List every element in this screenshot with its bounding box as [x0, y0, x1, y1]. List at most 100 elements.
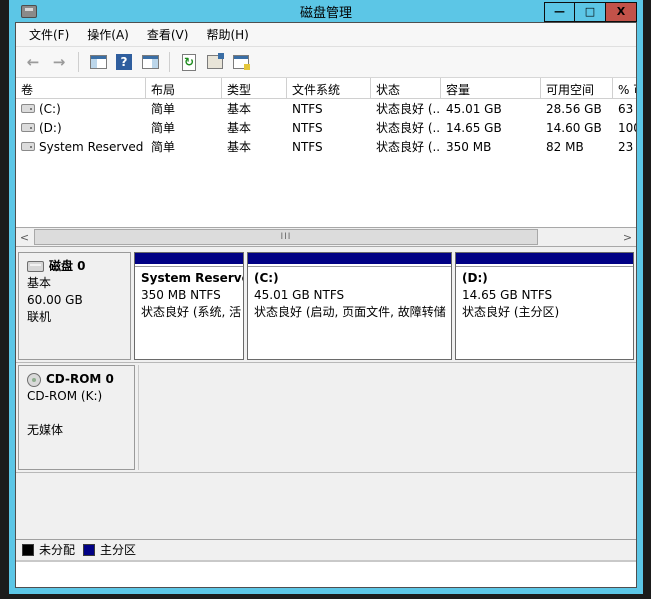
- col-type[interactable]: 类型: [222, 78, 287, 98]
- menu-file[interactable]: 文件(F): [20, 23, 78, 46]
- partition-status: 状态良好 (启动, 页面文件, 故障转储: [254, 304, 451, 321]
- scroll-right-arrow[interactable]: >: [619, 228, 636, 246]
- cdrom0-name: CD-ROM 0: [46, 371, 114, 388]
- menu-help[interactable]: 帮助(H): [197, 23, 257, 46]
- cdrom0-media-area[interactable]: [138, 365, 634, 470]
- partition-color-band: [248, 253, 451, 266]
- toolbar: ← → ? ↻: [16, 47, 636, 78]
- partition-system-reserved[interactable]: System Reserve 350 MB NTFS 状态良好 (系统, 活: [134, 252, 244, 360]
- cell-percent: 23: [613, 140, 636, 154]
- show-console-tree-button[interactable]: [87, 51, 109, 73]
- volume-name: (D:): [39, 121, 62, 135]
- refresh-button[interactable]: ↻: [178, 51, 200, 73]
- legend-item-unallocated: 未分配: [22, 541, 75, 558]
- cell-free: 28.56 GB: [541, 102, 613, 116]
- partition-status: 状态良好 (系统, 活: [141, 304, 243, 321]
- cell-fs: NTFS: [287, 140, 371, 154]
- partition-c[interactable]: (C:) 45.01 GB NTFS 状态良好 (启动, 页面文件, 故障转储: [247, 252, 452, 360]
- properties-button[interactable]: [204, 51, 226, 73]
- cell-capacity: 350 MB: [441, 140, 541, 154]
- cell-status: 状态良好 (...: [371, 119, 441, 136]
- forward-button[interactable]: →: [48, 51, 70, 73]
- scrollbar-thumb[interactable]: III: [34, 229, 538, 245]
- cell-capacity: 14.65 GB: [441, 121, 541, 135]
- partition-d[interactable]: (D:) 14.65 GB NTFS 状态良好 (主分区): [455, 252, 634, 360]
- cell-free: 14.60 GB: [541, 121, 613, 135]
- cdrom0-media-status: 无媒体: [27, 422, 130, 439]
- cell-layout: 简单: [146, 138, 222, 155]
- partition-size: 14.65 GB NTFS: [462, 287, 633, 304]
- help-topics-button[interactable]: [230, 51, 252, 73]
- partition-label: System Reserve: [141, 270, 243, 287]
- disk0-status: 联机: [27, 309, 126, 326]
- unallocated-swatch-icon: [22, 544, 34, 556]
- cdrom0-drive-letter: CD-ROM (K:): [27, 388, 130, 405]
- cell-layout: 简单: [146, 100, 222, 117]
- toolbar-separator: [78, 52, 79, 72]
- back-button[interactable]: ←: [22, 51, 44, 73]
- col-capacity[interactable]: 容量: [441, 78, 541, 98]
- help-topics-icon: [233, 55, 249, 69]
- console-tree-icon: [90, 55, 107, 69]
- partition-size: 45.01 GB NTFS: [254, 287, 451, 304]
- table-row-c[interactable]: (C:) 简单 基本 NTFS 状态良好 (... 45.01 GB 28.56…: [16, 99, 636, 118]
- forward-icon: →: [53, 53, 66, 71]
- col-free-space[interactable]: 可用空间: [541, 78, 613, 98]
- refresh-icon: ↻: [182, 54, 196, 71]
- partition-color-band: [456, 253, 633, 266]
- legend-item-primary: 主分区: [83, 541, 136, 558]
- col-layout[interactable]: 布局: [146, 78, 222, 98]
- legend-bar: 未分配 主分区: [16, 539, 636, 559]
- horizontal-scrollbar[interactable]: < III >: [16, 227, 636, 247]
- window-body: 文件(F) 操作(A) 查看(V) 帮助(H) ← → ? ↻: [15, 22, 637, 588]
- back-icon: ←: [27, 53, 40, 71]
- cell-status: 状态良好 (...: [371, 100, 441, 117]
- partition-label: (D:): [462, 270, 633, 287]
- desktop: 磁盘管理 — □ X 文件(F) 操作(A) 查看(V) 帮助(H) ← → ?: [0, 0, 651, 599]
- volume-name: (C:): [39, 102, 61, 116]
- disk-management-window: 磁盘管理 — □ X 文件(F) 操作(A) 查看(V) 帮助(H) ← → ?: [9, 0, 643, 594]
- cell-layout: 简单: [146, 119, 222, 136]
- cell-status: 状态良好 (...: [371, 138, 441, 155]
- cell-fs: NTFS: [287, 121, 371, 135]
- graphical-view: 磁盘 0 基本 60.00 GB 联机 System Reserve 350 M…: [16, 247, 636, 539]
- cdrom0-row: CD-ROM 0 CD-ROM (K:) 无媒体: [16, 363, 636, 473]
- volume-name: System Reserved: [39, 140, 143, 154]
- disk0-type: 基本: [27, 275, 126, 292]
- cdrom0-label-panel[interactable]: CD-ROM 0 CD-ROM (K:) 无媒体: [18, 365, 135, 470]
- menubar: 文件(F) 操作(A) 查看(V) 帮助(H): [16, 23, 636, 47]
- col-status[interactable]: 状态: [371, 78, 441, 98]
- titlebar[interactable]: 磁盘管理 — □ X: [15, 0, 637, 22]
- col-volume[interactable]: 卷: [16, 78, 146, 98]
- partition-label: (C:): [254, 270, 451, 287]
- cell-capacity: 45.01 GB: [441, 102, 541, 116]
- legend-label: 未分配: [39, 541, 75, 558]
- legend-label: 主分区: [100, 541, 136, 558]
- cell-fs: NTFS: [287, 102, 371, 116]
- partition-color-band: [135, 253, 243, 266]
- action-pane-icon: [142, 55, 159, 69]
- disk0-name: 磁盘 0: [49, 258, 86, 275]
- menu-action[interactable]: 操作(A): [78, 23, 138, 46]
- show-action-pane-button[interactable]: [139, 51, 161, 73]
- partition-size: 350 MB NTFS: [141, 287, 243, 304]
- table-row-system-reserved[interactable]: System Reserved 简单 基本 NTFS 状态良好 (... 350…: [16, 137, 636, 156]
- primary-partition-swatch-icon: [83, 544, 95, 556]
- volume-icon: [21, 104, 35, 113]
- help-button[interactable]: ?: [113, 51, 135, 73]
- scroll-left-arrow[interactable]: <: [16, 228, 33, 246]
- properties-icon: [207, 55, 223, 69]
- disk0-label-panel[interactable]: 磁盘 0 基本 60.00 GB 联机: [18, 252, 131, 360]
- table-row-d[interactable]: (D:) 简单 基本 NTFS 状态良好 (... 14.65 GB 14.60…: [16, 118, 636, 137]
- window-title: 磁盘管理: [15, 2, 637, 21]
- scrollbar-track[interactable]: III: [33, 228, 619, 246]
- col-filesystem[interactable]: 文件系统: [287, 78, 371, 98]
- col-percent-free[interactable]: % 可: [613, 78, 636, 98]
- cdrom-icon: [27, 373, 41, 387]
- cell-percent: 100: [613, 121, 636, 135]
- volume-table-header: 卷 布局 类型 文件系统 状态 容量 可用空间 % 可: [16, 78, 636, 99]
- menu-view[interactable]: 查看(V): [138, 23, 198, 46]
- hard-disk-icon: [27, 261, 44, 272]
- disk0-row: 磁盘 0 基本 60.00 GB 联机 System Reserve 350 M…: [16, 250, 636, 363]
- cell-percent: 63: [613, 102, 636, 116]
